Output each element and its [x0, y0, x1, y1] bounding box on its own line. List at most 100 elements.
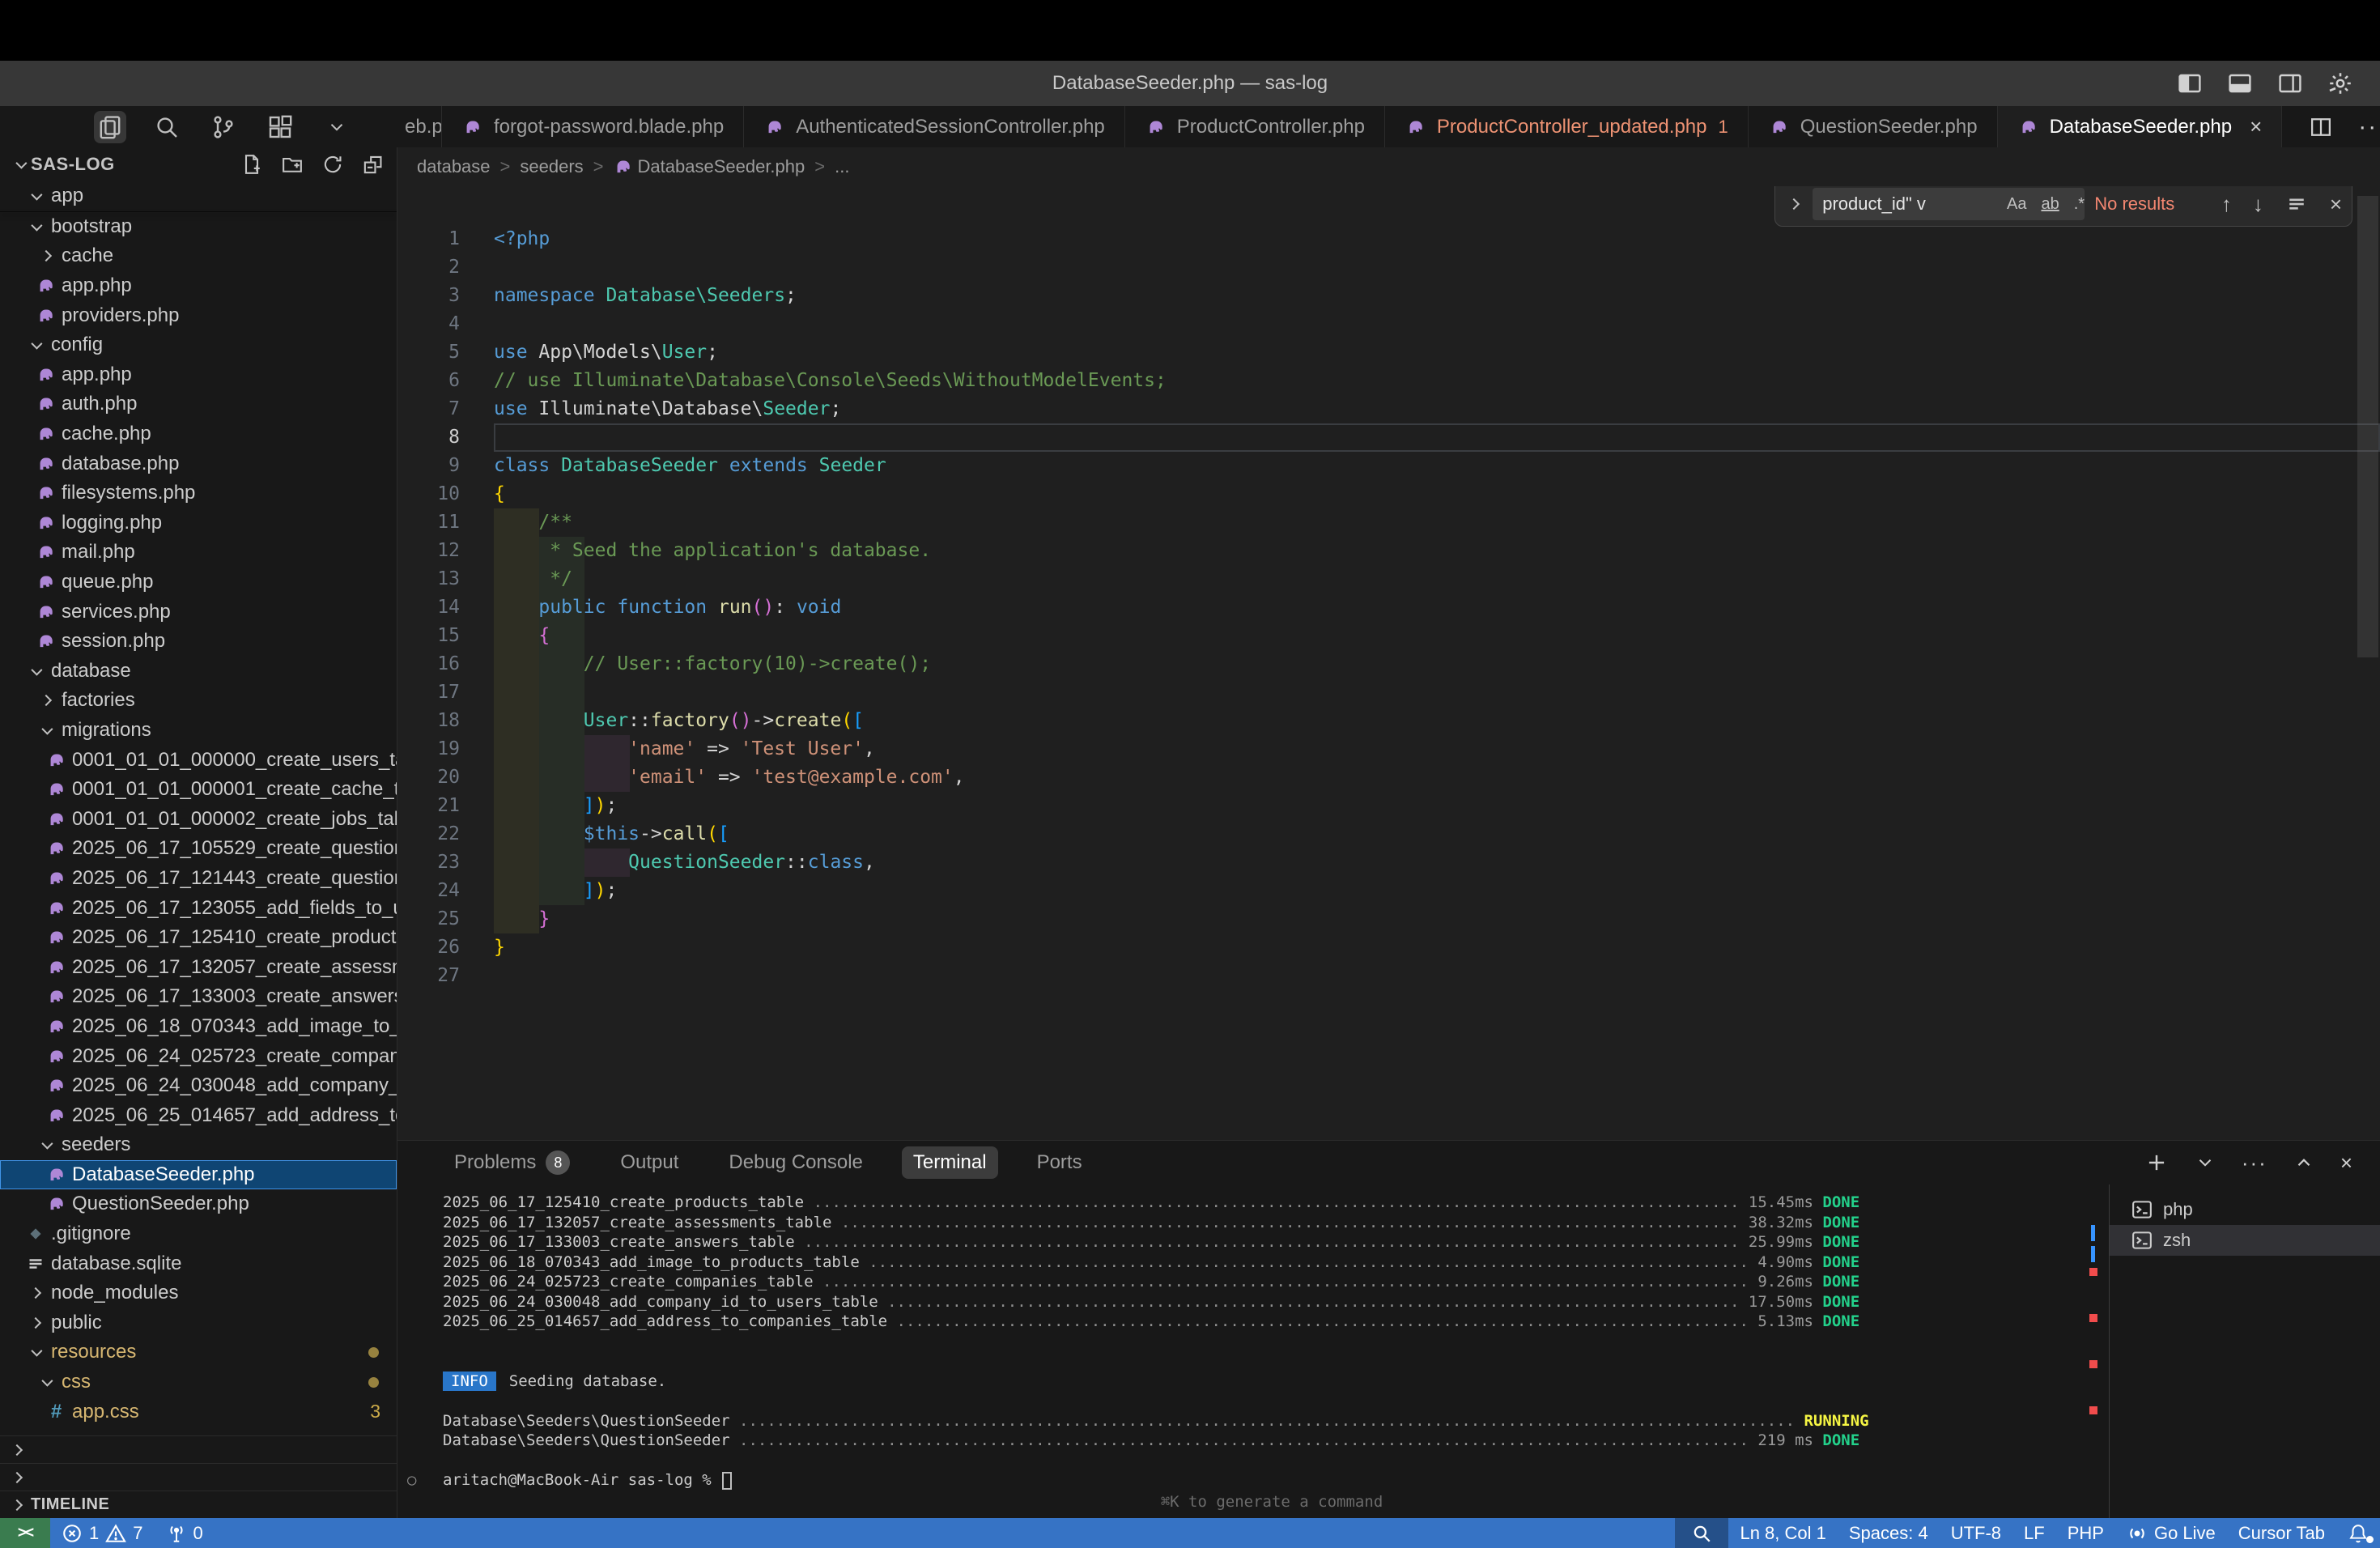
tree-item-providers-php[interactable]: providers.php — [0, 300, 397, 330]
previous-match-icon[interactable]: ↑ — [2221, 192, 2232, 217]
tree-item-2025-06-17-132057-create-assessme[interactable]: 2025_06_17_132057_create_assessme... — [0, 952, 397, 982]
code-line-21[interactable]: 21 ]); — [397, 792, 2380, 820]
tree-item-database-php[interactable]: database.php — [0, 449, 397, 478]
tree-item-auth-php[interactable]: auth.php — [0, 389, 397, 419]
tree-item-database[interactable]: database — [0, 657, 397, 687]
tab-questionseeder-php[interactable]: QuestionSeeder.php — [1749, 106, 1998, 147]
tree-item-0001-01-01-000000-create-users-ta[interactable]: 0001_01_01_000000_create_users_ta... — [0, 745, 397, 775]
encoding-status[interactable]: UTF-8 — [1940, 1518, 2012, 1548]
code-line-9[interactable]: 9class DatabaseSeeder extends Seeder — [397, 452, 2380, 480]
code-line-17[interactable]: 17 — [397, 678, 2380, 707]
tree-item-2025-06-17-105529-create-question[interactable]: 2025_06_17_105529_create_question... — [0, 834, 397, 864]
sidebar-section-collapsed-2[interactable] — [0, 1463, 397, 1491]
more-actions-icon[interactable]: ··· — [2358, 113, 2380, 141]
chevron-up-icon[interactable] — [2292, 1150, 2316, 1175]
tree-item-services-php[interactable]: services.php — [0, 597, 397, 627]
tree-item-0001-01-01-000002-create-jobs-tab[interactable]: 0001_01_01_000002_create_jobs_tab... — [0, 804, 397, 834]
tree-item-filesystems-php[interactable]: filesystems.php — [0, 478, 397, 508]
tree-item-questionseeder-php[interactable]: QuestionSeeder.php — [0, 1189, 397, 1219]
layout-sidebar-right-icon[interactable] — [2276, 70, 2304, 97]
code-line-1[interactable]: 1<?php — [397, 225, 2380, 253]
code-line-27[interactable]: 27 — [397, 962, 2380, 990]
tab-eb-php[interactable]: eb.php — [397, 106, 442, 147]
language-status[interactable]: PHP — [2056, 1518, 2115, 1548]
code-line-10[interactable]: 10{ — [397, 480, 2380, 508]
whole-word-icon[interactable]: ab — [2038, 194, 2062, 215]
tab-databaseseeder-php[interactable]: DatabaseSeeder.php× — [1998, 106, 2283, 147]
code-line-12[interactable]: 12 * Seed the application's database. — [397, 537, 2380, 565]
activity-extensions-icon[interactable] — [264, 111, 296, 143]
tree-item-gitignore[interactable]: .gitignore — [0, 1219, 397, 1249]
close-icon[interactable]: × — [2340, 1150, 2352, 1176]
breadcrumb-item-databaseseeder-php[interactable]: DatabaseSeeder.php — [614, 156, 805, 177]
tree-item-2025-06-25-014657-add-address-to[interactable]: 2025_06_25_014657_add_address_to... — [0, 1100, 397, 1130]
tree-item-seeders[interactable]: seeders — [0, 1130, 397, 1160]
code-line-22[interactable]: 22 $this->call([ — [397, 820, 2380, 848]
code-line-24[interactable]: 24 ]); — [397, 877, 2380, 905]
tree-item-css[interactable]: css — [0, 1367, 397, 1397]
match-case-icon[interactable]: Aa — [2004, 194, 2029, 215]
tab-forgot-password-blade-php[interactable]: forgot-password.blade.php — [442, 106, 744, 147]
new-folder-icon[interactable] — [280, 152, 304, 176]
activity-search-icon[interactable] — [151, 111, 183, 143]
tree-item-2025-06-24-025723-create-compan[interactable]: 2025_06_24_025723_create_compan... — [0, 1041, 397, 1071]
regex-icon[interactable]: .* — [2071, 194, 2088, 215]
refresh-icon[interactable] — [321, 152, 345, 176]
tab-authenticatedsessioncontroller-php[interactable]: AuthenticatedSessionController.php — [744, 106, 1125, 147]
tree-item-factories[interactable]: factories — [0, 686, 397, 716]
layout-panel-icon[interactable] — [2226, 70, 2254, 97]
tree-item-2025-06-17-123055-add-fields-to-u[interactable]: 2025_06_17_123055_add_fields_to_u... — [0, 893, 397, 923]
tree-item-2025-06-17-133003-create-answers[interactable]: 2025_06_17_133003_create_answers_... — [0, 982, 397, 1012]
indentation-status[interactable]: Spaces: 4 — [1838, 1518, 1940, 1548]
tree-item-mail-php[interactable]: mail.php — [0, 538, 397, 568]
search-status-item[interactable] — [1675, 1518, 1728, 1548]
tree-item-migrations[interactable]: migrations — [0, 716, 397, 746]
tree-item-config[interactable]: config — [0, 330, 397, 360]
code-line-2[interactable]: 2 — [397, 253, 2380, 282]
terminal-output[interactable]: 2025_06_17_125410_create_products_table … — [397, 1184, 2101, 1518]
cursor-position-status[interactable]: Ln 8, Col 1 — [1728, 1518, 1837, 1548]
panel-tab-debug-console[interactable]: Debug Console — [717, 1146, 873, 1179]
tree-item-cache-php[interactable]: cache.php — [0, 419, 397, 449]
activity-source-control-icon[interactable] — [207, 111, 240, 143]
panel-tab-problems[interactable]: Problems8 — [443, 1146, 581, 1180]
layout-sidebar-left-icon[interactable] — [2176, 70, 2204, 97]
code-line-3[interactable]: 3namespace Database\Seeders; — [397, 282, 2380, 310]
code-line-20[interactable]: 20 'email' => 'test@example.com', — [397, 763, 2380, 792]
dropdown-icon[interactable] — [2193, 1150, 2217, 1175]
eol-status[interactable]: LF — [2012, 1518, 2056, 1548]
find-in-selection-icon[interactable] — [2284, 192, 2309, 216]
gear-icon[interactable] — [2327, 70, 2354, 97]
tree-item-app[interactable]: app — [0, 181, 397, 211]
more-actions-icon[interactable]: ··· — [2242, 1150, 2267, 1176]
terminal-session-php[interactable]: php — [2110, 1194, 2380, 1225]
tree-item-queue-php[interactable]: queue.php — [0, 568, 397, 598]
tree-item-node-modules[interactable]: node_modules — [0, 1278, 397, 1308]
tree-item-resources[interactable]: resources — [0, 1337, 397, 1367]
chevron-down-icon[interactable] — [15, 158, 27, 169]
tab-productcontroller-php[interactable]: ProductController.php — [1125, 106, 1385, 147]
panel-tab-ports[interactable]: Ports — [1026, 1146, 1094, 1179]
panel-tab-terminal[interactable]: Terminal — [902, 1146, 998, 1179]
code-line-11[interactable]: 11 /** — [397, 508, 2380, 537]
code-line-19[interactable]: 19 'name' => 'Test User', — [397, 735, 2380, 763]
tree-item-databaseseeder-php[interactable]: DatabaseSeeder.php — [0, 1160, 397, 1190]
code-line-5[interactable]: 5use App\Models\User; — [397, 338, 2380, 367]
file-tree[interactable]: appbootstrapcacheapp.phpproviders.phpcon… — [0, 181, 397, 1435]
code-line-15[interactable]: 15 { — [397, 622, 2380, 650]
tree-item-app-php[interactable]: app.php — [0, 360, 397, 390]
add-icon[interactable] — [2144, 1150, 2169, 1175]
panel-tab-output[interactable]: Output — [609, 1146, 690, 1179]
breadcrumb-item-seeders[interactable]: seeders — [520, 156, 583, 177]
activity-explorer-icon[interactable] — [94, 111, 126, 143]
tree-item-cache[interactable]: cache — [0, 241, 397, 271]
activity-dropdown-icon[interactable] — [321, 111, 353, 143]
remote-indicator[interactable]: >< — [0, 1518, 50, 1548]
close-icon[interactable]: × — [2330, 192, 2342, 217]
code-line-18[interactable]: 18 User::factory()->create([ — [397, 707, 2380, 735]
problems-status[interactable]: 1 7 — [50, 1518, 155, 1548]
collapse-all-icon[interactable] — [361, 152, 385, 176]
ports-status[interactable]: 0 — [155, 1518, 215, 1548]
toggle-replace-icon[interactable] — [1785, 200, 1803, 208]
tree-item-0001-01-01-000001-create-cache-ta[interactable]: 0001_01_01_000001_create_cache_ta... — [0, 775, 397, 805]
